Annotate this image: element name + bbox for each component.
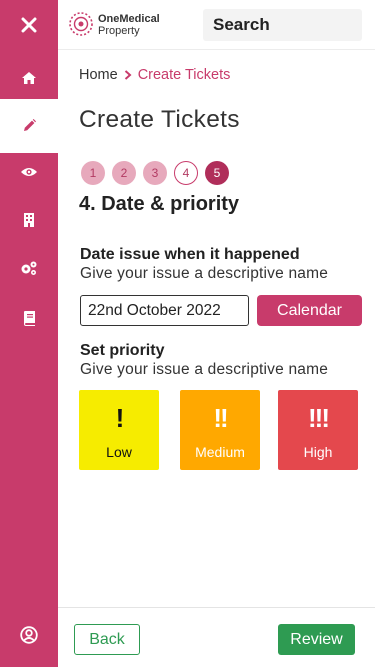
triple-exclamation-icon: !!! — [308, 403, 330, 433]
breadcrumb: Home Create Tickets — [79, 67, 230, 83]
priority-high-button[interactable]: !!! High — [278, 390, 358, 470]
home-icon — [22, 72, 36, 84]
review-button[interactable]: Review — [278, 624, 355, 655]
sidebar-item-settings[interactable] — [0, 248, 58, 288]
building-icon — [24, 213, 34, 227]
search-input[interactable]: Search — [203, 9, 362, 41]
brand-wordmark: OneMedical Property — [98, 13, 160, 37]
sidebar-item-buildings[interactable] — [0, 200, 58, 240]
sidebar-item-home[interactable] — [0, 58, 58, 98]
close-button[interactable] — [0, 5, 58, 45]
priority-medium-button[interactable]: !! Medium — [180, 390, 260, 470]
breadcrumb-home[interactable]: Home — [79, 67, 118, 83]
pencil-icon — [24, 119, 36, 131]
exclamation-icon: ! — [115, 403, 125, 433]
logo-line-1: OneMedical — [98, 13, 160, 25]
priority-low-button[interactable]: ! Low — [79, 390, 159, 470]
priority-low-label: Low — [106, 444, 132, 460]
date-field[interactable]: 22nd October 2022 — [80, 295, 249, 326]
priority-label: Set priority — [80, 342, 165, 359]
calendar-button[interactable]: Calendar — [257, 295, 362, 326]
sidebar-item-create-ticket[interactable] — [0, 99, 58, 153]
form-footer: Back Review — [58, 607, 375, 667]
step-1[interactable]: 1 — [81, 161, 105, 185]
step-3[interactable]: 3 — [143, 161, 167, 185]
brand-logo[interactable]: OneMedical Property — [68, 11, 168, 39]
sidebar-item-profile[interactable] — [0, 615, 58, 655]
priority-high-label: High — [303, 444, 333, 460]
sidebar-item-docs[interactable] — [0, 298, 58, 338]
sidebar-item-view[interactable] — [0, 152, 58, 192]
breadcrumb-current[interactable]: Create Tickets — [138, 67, 231, 83]
close-icon — [21, 17, 37, 33]
date-help-text: Give your issue a descriptive name — [80, 265, 329, 282]
page-title: Create Tickets — [79, 106, 240, 133]
top-bar: OneMedical Property Search — [58, 0, 375, 50]
double-exclamation-icon: !! — [213, 403, 228, 433]
logo-mark-icon — [69, 12, 93, 36]
step-indicator: 1 2 3 4 5 — [81, 161, 229, 185]
cogs-icon — [21, 261, 37, 275]
section-title: 4. Date & priority — [79, 193, 240, 215]
step-2[interactable]: 2 — [112, 161, 136, 185]
book-icon — [23, 311, 35, 326]
logo-line-2: Property — [98, 25, 140, 37]
chevron-right-icon — [124, 70, 132, 80]
eye-icon — [21, 168, 37, 176]
priority-help-text: Give your issue a descriptive name — [80, 361, 329, 378]
priority-medium-label: Medium — [195, 444, 245, 460]
back-button[interactable]: Back — [74, 624, 140, 655]
sidebar — [0, 0, 58, 667]
date-label: Date issue when it happened — [80, 246, 300, 263]
user-circle-icon — [20, 626, 38, 644]
step-4[interactable]: 4 — [174, 161, 198, 185]
step-5[interactable]: 5 — [205, 161, 229, 185]
